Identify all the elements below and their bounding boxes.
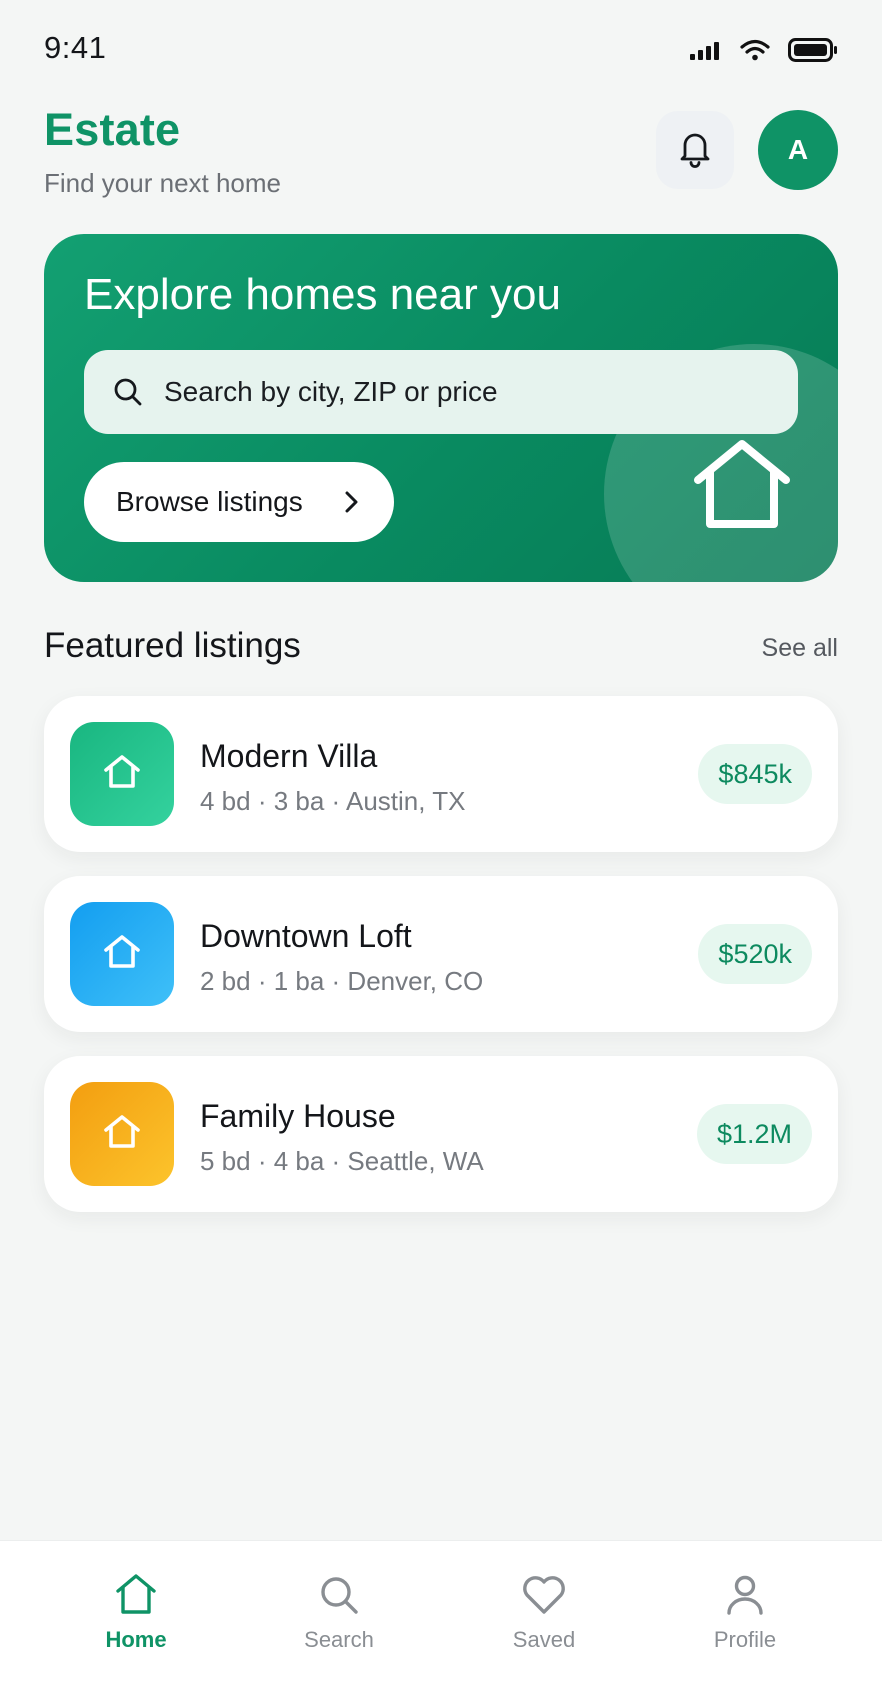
bottom-navigation: Home Search Saved Profile bbox=[0, 1540, 882, 1687]
app-title: Estate bbox=[44, 104, 181, 155]
bell-icon bbox=[676, 128, 714, 173]
hero-card: Explore homes near you Search by city, Z… bbox=[44, 234, 838, 582]
user-icon bbox=[726, 1563, 764, 1615]
browse-listings-button[interactable]: Browse listings bbox=[84, 462, 394, 542]
signal-icon bbox=[690, 40, 722, 65]
nav-label-search: Search bbox=[304, 1627, 374, 1652]
listing-card[interactable]: Modern Villa 4 bd · 3 ba · Austin, TX $8… bbox=[44, 696, 838, 852]
house-icon bbox=[103, 754, 141, 795]
listing-meta: 2 bd · 1 ba · Denver, CO bbox=[200, 966, 484, 996]
avatar[interactable]: A bbox=[758, 110, 838, 190]
search-placeholder: Search by city, ZIP or price bbox=[164, 376, 498, 407]
price-badge: $520k bbox=[698, 924, 812, 984]
status-bar: 9:41 bbox=[0, 0, 882, 100]
see-all-link[interactable]: See all bbox=[762, 634, 838, 663]
search-input[interactable]: Search by city, ZIP or price bbox=[84, 350, 798, 434]
house-icon bbox=[692, 438, 792, 535]
listing-thumbnail bbox=[70, 902, 174, 1006]
status-icons bbox=[690, 38, 838, 67]
app-subtitle: Find your next home bbox=[44, 168, 282, 198]
status-time: 9:41 bbox=[44, 30, 107, 65]
listing-card[interactable]: Downtown Loft 2 bd · 1 ba · Denver, CO $… bbox=[44, 876, 838, 1032]
listing-thumbnail bbox=[70, 1082, 174, 1186]
notifications-button[interactable] bbox=[656, 111, 734, 189]
nav-item-search[interactable]: Search bbox=[259, 1563, 419, 1663]
search-icon bbox=[319, 1563, 359, 1615]
search-icon bbox=[112, 376, 144, 408]
listing-meta: 4 bd · 3 ba · Austin, TX bbox=[200, 786, 466, 816]
listing-title: Family House bbox=[200, 1098, 396, 1134]
nav-item-profile[interactable]: Profile bbox=[665, 1563, 825, 1663]
house-icon bbox=[103, 1114, 141, 1155]
nav-item-home[interactable]: Home bbox=[56, 1563, 216, 1663]
nav-label-home: Home bbox=[105, 1627, 167, 1652]
nav-label-profile: Profile bbox=[713, 1627, 777, 1652]
battery-icon bbox=[788, 38, 838, 67]
house-icon bbox=[103, 934, 141, 975]
nav-label-saved: Saved bbox=[512, 1627, 576, 1652]
price-badge: $1.2M bbox=[696, 1104, 812, 1164]
listing-title: Modern Villa bbox=[200, 738, 378, 774]
listing-thumbnail bbox=[70, 722, 174, 826]
featured-listings-title: Featured listings bbox=[44, 626, 301, 665]
heart-icon bbox=[522, 1563, 566, 1615]
wifi-icon bbox=[740, 39, 770, 66]
browse-listings-label: Browse listings bbox=[116, 486, 303, 517]
listing-meta: 5 bd · 4 ba · Seattle, WA bbox=[200, 1146, 484, 1176]
chevron-right-icon bbox=[344, 489, 360, 515]
nav-item-saved[interactable]: Saved bbox=[464, 1563, 624, 1663]
hero-title: Explore homes near you bbox=[84, 270, 561, 319]
listing-card[interactable]: Family House 5 bd · 4 ba · Seattle, WA $… bbox=[44, 1056, 838, 1212]
price-badge: $845k bbox=[698, 744, 812, 804]
home-icon bbox=[115, 1563, 157, 1615]
listing-title: Downtown Loft bbox=[200, 918, 412, 954]
